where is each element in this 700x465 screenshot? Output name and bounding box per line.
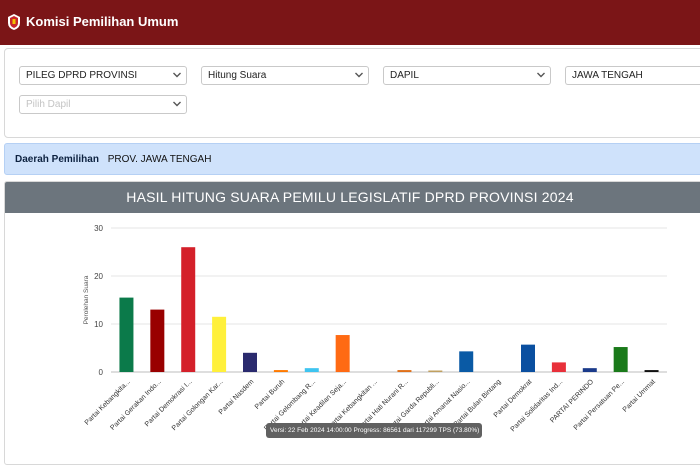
y-axis-label: Perolehan Suara — [83, 275, 90, 324]
bar-2 — [150, 309, 165, 372]
y-tick-label: 20 — [94, 272, 103, 281]
bar-3 — [181, 247, 196, 372]
x-tick-label: Partai Gerakan Indo... — [109, 378, 162, 431]
x-tick-label: Partai Solidaritas Ind... — [510, 378, 565, 433]
bar-10 — [397, 370, 412, 372]
vote-bar-chart: 0102030Perolehan SuaraPartai Kebangkita.… — [83, 224, 667, 434]
bar-6 — [273, 370, 288, 372]
x-tick-label: Partai Ummat — [622, 378, 657, 413]
x-tick-label: Partai Persatuan Pe... — [573, 378, 626, 431]
y-tick-label: 30 — [94, 224, 103, 233]
bar-1 — [119, 297, 134, 372]
progress-tooltip: Versi: 22 Feb 2024 14:00:00 Progress: 86… — [266, 423, 482, 438]
bar-5 — [243, 352, 257, 372]
x-tick-label: Partai Golongan Kar... — [171, 378, 225, 432]
bar-16 — [582, 368, 597, 372]
y-tick-label: 0 — [99, 368, 104, 377]
bar-14 — [521, 344, 535, 372]
bar-4 — [212, 316, 227, 372]
x-tick-label: Partai Buruh — [254, 378, 287, 411]
bar-15 — [551, 362, 566, 372]
bar-11 — [428, 370, 443, 372]
bar-18 — [644, 370, 659, 372]
bar-17 — [613, 347, 628, 372]
bar-8 — [335, 335, 350, 372]
bar-12 — [459, 351, 474, 372]
bar-7 — [304, 368, 319, 372]
y-tick-label: 10 — [94, 320, 103, 329]
